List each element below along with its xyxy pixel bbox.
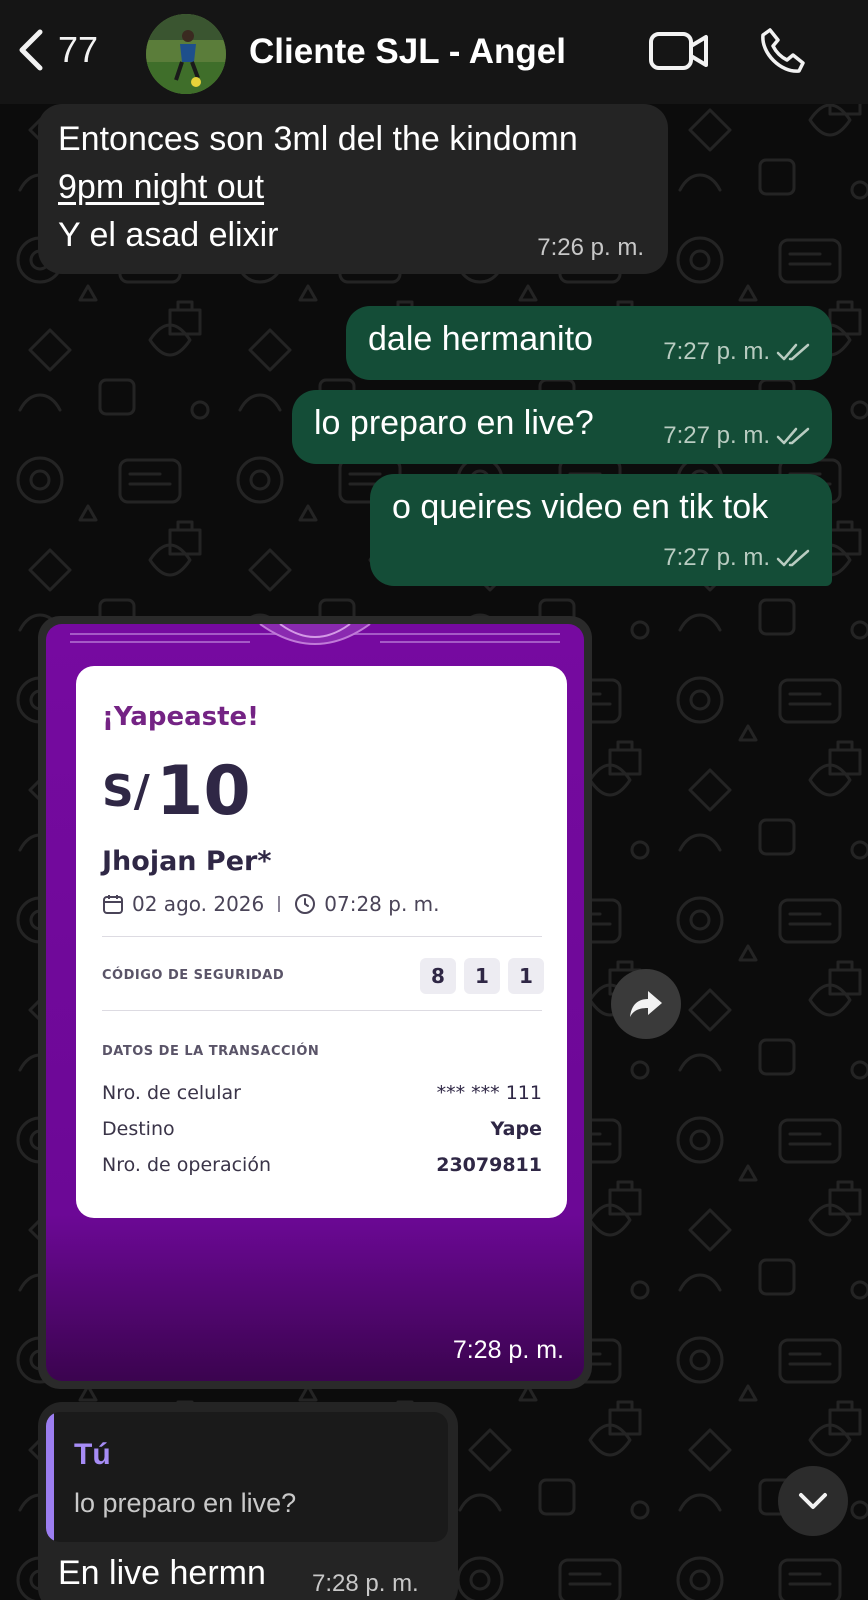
message-timestamp: 7:28 p. m.	[452, 1336, 564, 1364]
security-code-digit: 1	[508, 958, 544, 994]
receipt-currency: S/	[102, 766, 150, 817]
contact-name[interactable]: Cliente SJL - Angel	[249, 32, 566, 72]
message-bubble-outgoing[interactable]: o queires video en tik tok 7:27 p. m.	[370, 474, 832, 586]
message-bubble-incoming[interactable]: Tú lo preparo en live? En live hermn 7:2…	[38, 1402, 458, 1600]
read-receipt-icon	[776, 427, 810, 445]
chevron-down-icon	[799, 1493, 827, 1509]
yape-receipt-image[interactable]: ¡Yapeaste! S/ 10 Jhojan Per* 02 ago. 202…	[46, 624, 584, 1381]
message-bubble-outgoing[interactable]: dale hermanito 7:27 p. m.	[346, 306, 832, 380]
phone-icon[interactable]	[758, 26, 808, 76]
transaction-row: Destino Yape	[102, 1118, 542, 1140]
divider	[102, 936, 542, 937]
message-text: dale hermanito	[368, 320, 593, 358]
image-message[interactable]: ¡Yapeaste! S/ 10 Jhojan Per* 02 ago. 202…	[38, 616, 592, 1389]
transaction-row: Nro. de operación 23079811	[102, 1154, 542, 1176]
message-timestamp: 7:28 p. m.	[312, 1570, 419, 1597]
divider	[102, 1010, 542, 1011]
message-timestamp: 7:26 p. m.	[537, 234, 644, 261]
security-code-digit: 1	[464, 958, 500, 994]
calendar-icon	[103, 895, 123, 914]
read-receipt-icon	[776, 343, 810, 361]
message-text-line: Entonces son 3ml del the kindomn	[58, 120, 578, 158]
message-bubble-outgoing[interactable]: lo preparo en live? 7:27 p. m.	[292, 390, 832, 464]
receipt-date: 02 ago. 2026	[132, 892, 265, 916]
back-button[interactable]: 77	[14, 26, 98, 74]
clock-icon	[295, 894, 316, 914]
message-text: o queires video en tik tok	[392, 488, 769, 526]
security-code-label: CÓDIGO DE SEGURIDAD	[102, 968, 285, 983]
divider	[278, 896, 281, 912]
quoted-text: lo preparo en live?	[74, 1488, 297, 1518]
read-receipt-icon	[776, 549, 810, 567]
message-bubble-incoming[interactable]: Entonces son 3ml del the kindomn 9pm nig…	[38, 104, 668, 274]
scroll-to-bottom-button[interactable]	[778, 1466, 848, 1536]
message-text-line[interactable]: 9pm night out	[58, 168, 264, 207]
transaction-row: Nro. de celular *** *** 111	[102, 1082, 542, 1104]
receipt-amount: 10	[156, 752, 251, 831]
chat-header: 77 Cliente SJL - Angel	[0, 0, 868, 104]
message-text: lo preparo en live?	[314, 404, 594, 442]
message-timestamp: 7:27 p. m.	[663, 422, 812, 450]
quoted-message[interactable]: Tú lo preparo en live?	[46, 1412, 448, 1542]
receipt-card: ¡Yapeaste! S/ 10 Jhojan Per* 02 ago. 202…	[76, 666, 567, 1218]
decorative-pattern	[70, 624, 560, 645]
message-text: En live hermn	[58, 1554, 266, 1592]
receipt-datetime: 02 ago. 2026 07:28 p. m.	[102, 892, 440, 916]
message-timestamp: 7:27 p. m.	[663, 338, 812, 366]
transaction-label: DATOS DE LA TRANSACCIÓN	[102, 1044, 320, 1059]
receipt-time: 07:28 p. m.	[324, 892, 440, 916]
security-code-digit: 8	[420, 958, 456, 994]
chevron-left-icon	[19, 29, 43, 71]
quote-accent-bar	[46, 1412, 54, 1542]
message-timestamp: 7:27 p. m.	[663, 544, 812, 572]
forward-arrow-icon	[630, 991, 662, 1017]
security-code: 8 1 1	[420, 958, 544, 994]
forward-button[interactable]	[611, 969, 681, 1039]
receipt-title: ¡Yapeaste!	[102, 702, 260, 732]
message-text-line: Y el asad elixir	[58, 216, 279, 254]
receipt-recipient: Jhojan Per*	[102, 846, 272, 877]
unread-count: 77	[58, 29, 99, 70]
video-camera-icon[interactable]	[648, 28, 710, 74]
avatar[interactable]	[146, 14, 226, 94]
quoted-author: Tú	[74, 1438, 111, 1471]
